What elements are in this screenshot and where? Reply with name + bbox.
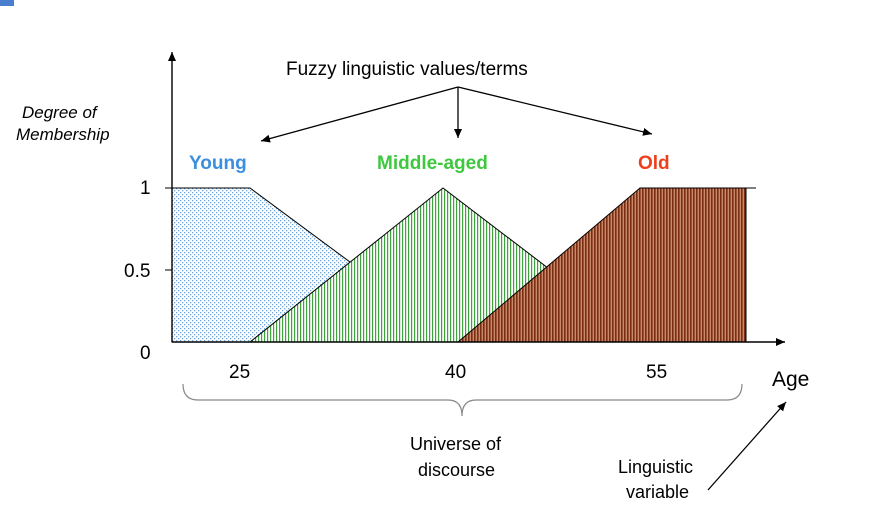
y-tick-label-0: 0 xyxy=(140,343,151,364)
x-axis-label: Age xyxy=(772,368,809,391)
y-tick-label-0.5: 0.5 xyxy=(124,261,150,282)
x-tick-label-55: 55 xyxy=(646,362,667,383)
term-label-middle-aged: Middle-aged xyxy=(377,153,488,174)
x-tick-label-25: 25 xyxy=(229,362,250,383)
universe-brace xyxy=(182,383,743,417)
y-axis-label-line1: Degree of xyxy=(22,103,99,122)
variable-label-line1: Linguistic xyxy=(618,457,693,477)
universe-label-line2: discourse xyxy=(418,460,495,480)
arrow-to-young xyxy=(260,86,459,143)
x-tick-label-40: 40 xyxy=(445,362,466,383)
term-label-old: Old xyxy=(638,153,670,174)
universe-label-line1: Universe of xyxy=(410,434,502,454)
arrow-to-old xyxy=(457,86,653,136)
variable-label-line2: variable xyxy=(626,482,689,502)
diagram-title: Fuzzy linguistic values/terms xyxy=(286,59,528,80)
term-label-young: Young xyxy=(189,153,247,174)
y-axis-label-line2: Membership xyxy=(16,125,110,144)
variable-arrow xyxy=(707,401,787,491)
y-tick-label-1: 1 xyxy=(140,178,151,199)
fuzzy-membership-diagram: 1 0.5 0 Degree of Membership 25 40 55 Ag… xyxy=(16,52,809,502)
